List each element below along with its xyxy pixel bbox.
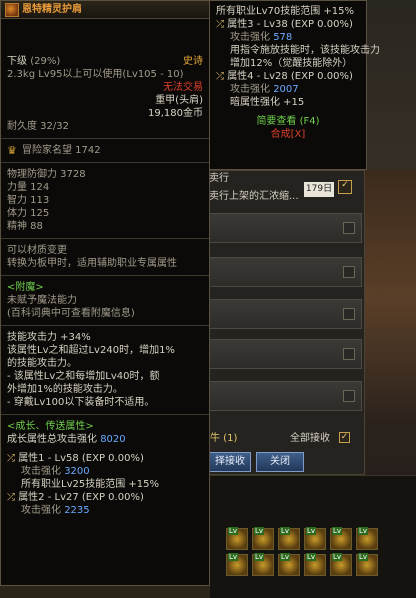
- stat-line: 精神 88: [7, 221, 43, 232]
- stats-list: 物理防御力 3728 力量 124 智力 113 体力 125 精神 88: [1, 166, 209, 235]
- tooltip-header: 恩特精灵护肩: [1, 1, 209, 19]
- mail-row[interactable]: [208, 381, 362, 411]
- grade-percent: (29%): [30, 56, 61, 67]
- skill-range-line: 所有职业Lv70技能范围 +15%: [216, 6, 354, 17]
- shuffle-icon: ⤮: [7, 492, 19, 503]
- adventure-fame: ♛ 冒险家名望 1742: [7, 144, 101, 157]
- mail-window: [205, 170, 365, 475]
- attr2-title: ⤮ 属性2 - Lv27 (EXP 0.00%): [7, 492, 144, 503]
- weight-level: 2.3kg Lv95以上可以使用(Lv105 - 10): [7, 69, 184, 80]
- attr3-desc: 增加12%（觉醒技能除外）: [230, 58, 353, 69]
- attr3-attack: 攻击强化 578: [230, 32, 293, 43]
- attr3-title: ⤮ 属性3 - Lv38 (EXP 0.00%): [216, 19, 353, 30]
- item-slot-type: 重甲(头肩): [155, 95, 203, 106]
- skill-slot[interactable]: Lv: [278, 553, 300, 576]
- grade-row: 下级 (29%) 史诗: [7, 55, 203, 68]
- material-change: 可以材质变更: [7, 245, 67, 256]
- skill-slot[interactable]: Lv: [252, 553, 274, 576]
- shuffle-icon: ⤮: [7, 453, 19, 464]
- rarity: 史诗: [183, 56, 203, 67]
- desc-line: 该属性Lv之和超过Lv240时，增加1%: [7, 345, 175, 356]
- desc-line: - 该属性Lv之和每增加Lv40时，额: [7, 371, 160, 382]
- enchant-none: 未赋予魔法能力: [7, 295, 77, 306]
- attr4-dark: 暗属性强化 +15: [230, 97, 305, 108]
- attr2-attack: 攻击强化 2235: [21, 505, 90, 516]
- skill-slot[interactable]: Lv: [252, 527, 274, 550]
- mail-row[interactable]: [208, 339, 362, 369]
- stat-line: 体力 125: [7, 208, 50, 219]
- item-name: 恩特精灵护肩: [22, 4, 82, 15]
- item-tooltip-continuation: 所有职业Lv70技能范围 +15% ⤮ 属性3 - Lv38 (EXP 0.00…: [209, 0, 380, 170]
- growth-total: 成长属性总攻击强化 8020: [7, 434, 126, 445]
- stat-line: 物理防御力 3728: [7, 169, 86, 180]
- enchant-header: <附魔>: [7, 282, 44, 293]
- skill-slot[interactable]: Lv: [278, 527, 300, 550]
- shuffle-icon: ⤮: [216, 19, 228, 30]
- mail-select-checkbox[interactable]: ✓: [338, 180, 352, 194]
- grade: 下级: [7, 56, 27, 67]
- item-tooltip: 恩特精灵护肩 下级 (29%) 史诗 2.3kg Lv95以上可以使用(Lv10…: [0, 0, 210, 586]
- brief-view-link[interactable]: 简要查看 (F4): [216, 115, 360, 128]
- skill-slot[interactable]: Lv: [330, 553, 352, 576]
- trade-status: 无法交易: [163, 82, 203, 93]
- mail-row-checkbox[interactable]: [343, 266, 355, 278]
- receive-all-label: 全部接收: [290, 433, 330, 444]
- skill-slot[interactable]: Lv: [304, 553, 326, 576]
- attr3-desc: 用指令施放技能时，该技能攻击力: [230, 45, 380, 56]
- mail-count: 牛 (1): [210, 433, 238, 444]
- attr4-attack: 攻击强化 2007: [230, 84, 299, 95]
- enchant-hint: (百科词典中可查看附魔信息): [7, 308, 135, 319]
- shuffle-icon: ⤮: [216, 71, 228, 82]
- synthesize-link[interactable]: 合成[X]: [216, 128, 360, 141]
- attr1-range: 所有职业Lv25技能范围 +15%: [21, 479, 159, 490]
- attr4-title: ⤮ 属性4 - Lv28 (EXP 0.00%): [216, 71, 353, 82]
- attr1-attack: 攻击强化 3200: [21, 466, 90, 477]
- sell-price: 19,180金币: [148, 108, 203, 119]
- mail-row-checkbox[interactable]: [343, 222, 355, 234]
- skill-slot[interactable]: Lv: [356, 527, 378, 550]
- skill-slot[interactable]: Lv: [226, 527, 248, 550]
- growth-header: <成长、传送属性>: [7, 421, 94, 432]
- skill-slot[interactable]: Lv: [330, 527, 352, 550]
- receive-all-checkbox[interactable]: ✓: [339, 432, 350, 443]
- desc-line: 外增加1%的技能攻击力。: [7, 384, 123, 395]
- mail-row-checkbox[interactable]: [343, 348, 355, 360]
- skill-attack: 技能攻击力 +34%: [7, 332, 91, 343]
- mail-row[interactable]: [208, 213, 362, 243]
- item-portrait-area: [1, 19, 209, 53]
- convert-note: 转换为板甲时，适用辅助职业专属属性: [7, 258, 177, 269]
- skill-slot[interactable]: Lv: [356, 553, 378, 576]
- mail-item-subtitle: 卖行上架的汇浓缩...: [209, 191, 299, 202]
- skill-slot[interactable]: Lv: [226, 553, 248, 576]
- mail-row[interactable]: [208, 299, 362, 329]
- durability: 耐久度 32/32: [7, 121, 69, 132]
- skill-bar: Lv Lv Lv Lv Lv Lv Lv Lv Lv Lv Lv Lv: [210, 475, 416, 598]
- mail-row[interactable]: [208, 257, 362, 287]
- select-receive-button[interactable]: 择接收: [209, 452, 251, 472]
- skill-slot[interactable]: Lv: [304, 527, 326, 550]
- stat-line: 智力 113: [7, 195, 50, 206]
- attr1-title: ⤮ 属性1 - Lv58 (EXP 0.00%): [7, 453, 144, 464]
- stat-line: 力量 124: [7, 182, 50, 193]
- close-button[interactable]: 关闭: [256, 452, 304, 472]
- mail-row-checkbox[interactable]: [343, 390, 355, 402]
- mail-item-title: 卖行: [209, 173, 229, 184]
- mail-days-remaining: 179日: [304, 182, 334, 197]
- fame-badge-icon: ♛: [7, 144, 17, 157]
- mail-row-checkbox[interactable]: [343, 308, 355, 320]
- desc-line: 的技能攻击力。: [7, 358, 77, 369]
- shoulder-armor-icon: [5, 2, 19, 17]
- desc-line: - 穿戴Lv100以下装备时不适用。: [7, 397, 155, 408]
